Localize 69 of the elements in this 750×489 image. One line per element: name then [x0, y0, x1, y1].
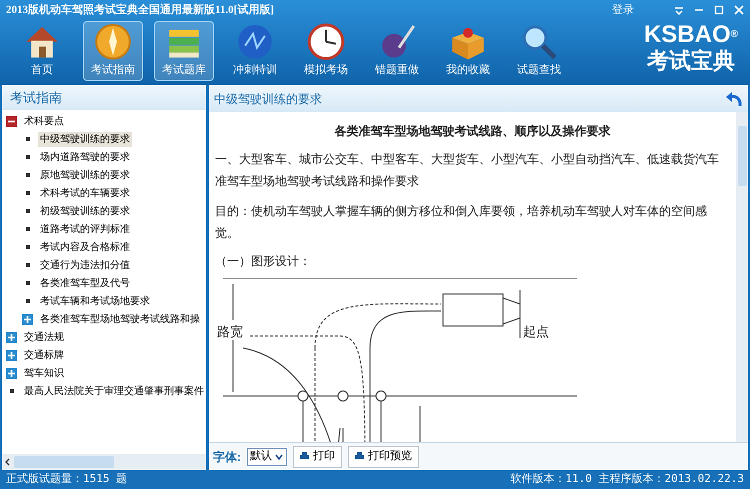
tree-item[interactable]: 最高人民法院关于审理交通肇事刑事案件: [22, 384, 206, 398]
expand-icon[interactable]: [6, 332, 17, 342]
bullet-icon: [26, 191, 30, 195]
tree-item[interactable]: 考试车辆和考试场地要求: [38, 294, 152, 308]
tree-item[interactable]: 初级驾驶训练的要求: [38, 204, 132, 218]
toolbar-button[interactable]: 我的收藏: [438, 21, 498, 81]
article-title: 各类准驾车型场地驾驶考试线路、顺序以及操作要求: [334, 123, 612, 140]
toolbar-button[interactable]: 冲刺特训: [225, 21, 285, 81]
bullet-icon: [26, 299, 30, 303]
login-link[interactable]: 登录: [612, 2, 634, 18]
tree-item[interactable]: 交通标牌: [22, 348, 66, 362]
toolbar-button[interactable]: 试题查找: [509, 21, 569, 81]
maximize-icon[interactable]: [714, 5, 724, 15]
tree-item[interactable]: 驾车知识: [22, 366, 66, 380]
tree-item[interactable]: 原地驾驶训练的要求: [38, 168, 132, 182]
compass-icon: [93, 22, 133, 62]
horizontal-scrollbar[interactable]: [2, 454, 206, 470]
tree-item[interactable]: 各类准驾车型及代号: [38, 276, 132, 290]
caret-icon: [274, 452, 284, 462]
dropdown-icon[interactable]: [674, 5, 684, 15]
expand-icon[interactable]: [6, 350, 17, 360]
font-select[interactable]: 默认: [247, 448, 287, 466]
article-paragraph: 目的：使机动车驾驶人掌握车辆的侧方移位和倒入库要领，培养机动车驾驶人对车体的空间感觉。: [215, 203, 708, 242]
toolbar-button[interactable]: 考试指南: [83, 21, 143, 81]
version-info: 软件版本：11.0 主程序版本：2013.02.22.3: [510, 471, 744, 488]
tree-item[interactable]: 各类准驾车型场地驾驶考试线路和操: [38, 312, 202, 326]
window-title: 2013版机动车驾照考试宝典全国通用最新版11.0[试用版]: [6, 2, 274, 18]
bullet-icon: [26, 173, 30, 177]
bullet-icon: [26, 137, 30, 141]
toolbar-button[interactable]: 模拟考场: [296, 21, 356, 81]
bullet-icon: [26, 227, 30, 231]
globe-icon: [235, 22, 275, 62]
close-icon[interactable]: [734, 5, 744, 15]
section-heading: （一）图形设计：: [215, 253, 312, 270]
printer-icon: [300, 452, 309, 461]
tree-item[interactable]: 场内道路驾驶的要求: [38, 150, 132, 164]
toolbar-button[interactable]: 错题重做: [367, 21, 427, 81]
bullet-icon: [26, 209, 30, 213]
tree-item[interactable]: 考试内容及合格标准: [38, 240, 132, 254]
expand-icon[interactable]: [6, 368, 17, 378]
clock-icon: [306, 22, 346, 62]
bullet-icon: [10, 389, 14, 393]
sidebar-title: 考试指南: [10, 88, 62, 107]
article-paragraph: 一、大型客车、城市公交车、中型客车、大型货车、小型汽车、小型自动挡汽车、低速载货汽车准驾车型场地驾驶考试线路和操作要求: [215, 151, 720, 190]
printer-icon: [355, 452, 364, 461]
tree-item[interactable]: 术科要点: [22, 114, 66, 128]
start-point-label: 起点: [523, 324, 549, 339]
print-button[interactable]: 打印: [293, 446, 342, 468]
back-arrow-icon[interactable]: [725, 90, 743, 108]
tree-item[interactable]: 术科考试的车辆要求: [38, 186, 132, 200]
tree-item[interactable]: 中级驾驶训练的要求: [38, 132, 132, 146]
tree-item[interactable]: 道路考试的评判标准: [38, 222, 132, 236]
road-width-label: 路宽: [217, 324, 243, 339]
bullet-icon: [26, 263, 30, 267]
print-button[interactable]: 打印预览: [348, 446, 419, 468]
expand-icon[interactable]: [22, 314, 33, 324]
collapse-icon[interactable]: [6, 116, 17, 126]
question-count: 正式版试题量：1515 题: [6, 471, 128, 488]
toolbar-button[interactable]: 首页: [12, 21, 72, 81]
bullet-icon: [26, 245, 30, 249]
bullet-icon: [26, 281, 30, 285]
article-header: 中级驾驶训练的要求: [214, 90, 322, 108]
bullet-icon: [26, 155, 30, 159]
font-label: 字体:: [213, 448, 241, 466]
tree-item[interactable]: 交通行为违法扣分值: [38, 258, 132, 272]
toolbar-button[interactable]: 考试题库: [154, 21, 214, 81]
vertical-scrollbar[interactable]: [736, 112, 748, 442]
tree-item[interactable]: 交通法规: [22, 330, 66, 344]
ksbao-logo: KSBAO$^{®}$ 考试宝典: [644, 23, 738, 74]
